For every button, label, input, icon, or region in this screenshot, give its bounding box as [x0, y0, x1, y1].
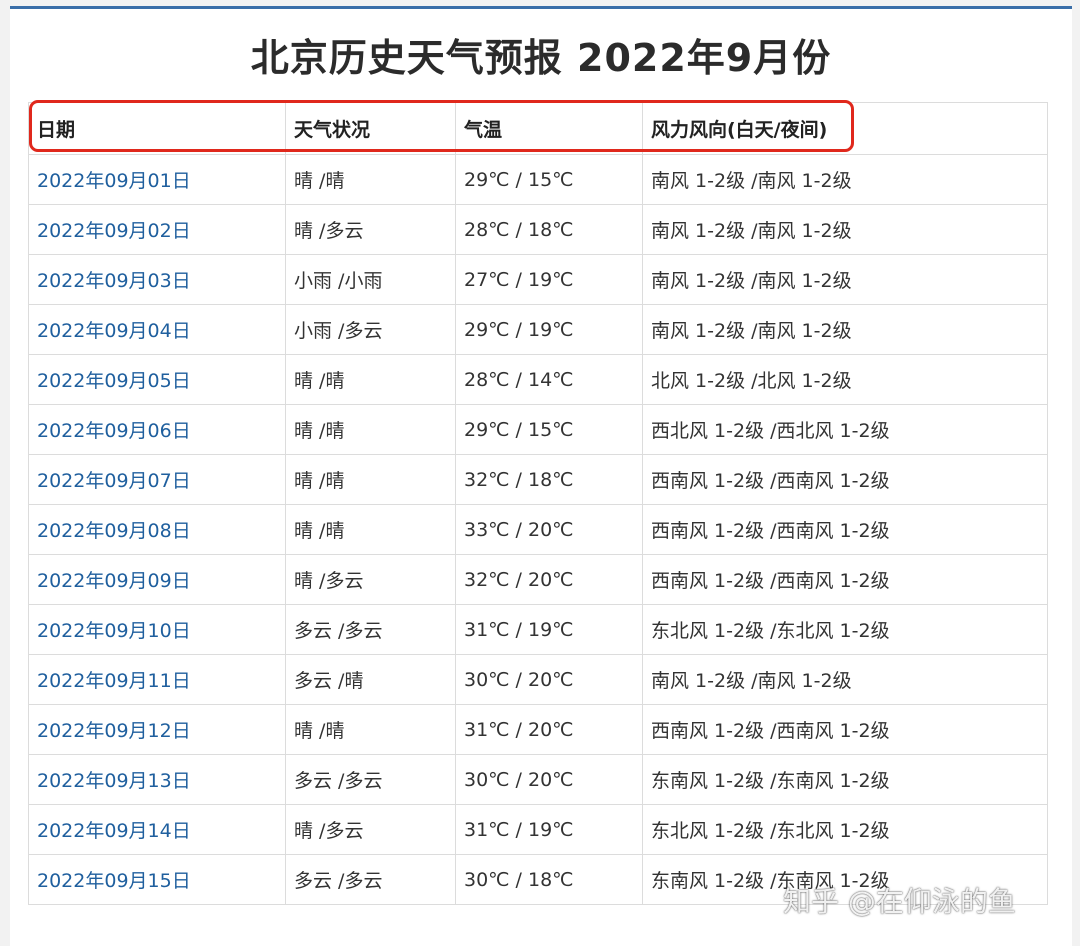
table-row: 2022年09月07日 晴 /晴 32℃ / 18℃ 西南风 1-2级 /西南风…: [28, 454, 1048, 505]
header-date: 日期: [28, 102, 286, 155]
condition-cell: 小雨 /多云: [285, 304, 456, 355]
wind-cell: 西北风 1-2级 /西北风 1-2级: [642, 404, 1048, 455]
date-link[interactable]: 2022年09月05日: [28, 354, 286, 405]
temperature-cell: 32℃ / 20℃: [455, 554, 643, 605]
date-link[interactable]: 2022年09月13日: [28, 754, 286, 805]
temperature-cell: 32℃ / 18℃: [455, 454, 643, 505]
wind-cell: 西南风 1-2级 /西南风 1-2级: [642, 454, 1048, 505]
temperature-cell: 33℃ / 20℃: [455, 504, 643, 555]
condition-cell: 晴 /晴: [285, 704, 456, 755]
wind-cell: 南风 1-2级 /南风 1-2级: [642, 154, 1048, 205]
date-link[interactable]: 2022年09月07日: [28, 454, 286, 505]
temperature-cell: 29℃ / 15℃: [455, 404, 643, 455]
wind-cell: 南风 1-2级 /南风 1-2级: [642, 654, 1048, 705]
date-link[interactable]: 2022年09月12日: [28, 704, 286, 755]
temperature-cell: 28℃ / 18℃: [455, 204, 643, 255]
temperature-cell: 30℃ / 20℃: [455, 654, 643, 705]
date-link[interactable]: 2022年09月06日: [28, 404, 286, 455]
condition-cell: 多云 /晴: [285, 654, 456, 705]
table-row: 2022年09月15日 多云 /多云 30℃ / 18℃ 东南风 1-2级 /东…: [28, 854, 1048, 905]
table-row: 2022年09月02日 晴 /多云 28℃ / 18℃ 南风 1-2级 /南风 …: [28, 204, 1048, 255]
temperature-cell: 29℃ / 15℃: [455, 154, 643, 205]
wind-cell: 东南风 1-2级 /东南风 1-2级: [642, 754, 1048, 805]
page: 北京历史天气预报 2022年9月份 日期 天气状况 气温 风力风向(白天/夜间)…: [10, 6, 1072, 946]
temperature-cell: 30℃ / 20℃: [455, 754, 643, 805]
temperature-cell: 31℃ / 20℃: [455, 704, 643, 755]
condition-cell: 晴 /晴: [285, 404, 456, 455]
temperature-cell: 31℃ / 19℃: [455, 804, 643, 855]
date-link[interactable]: 2022年09月08日: [28, 504, 286, 555]
page-title: 北京历史天气预报 2022年9月份: [250, 36, 832, 80]
table-row: 2022年09月08日 晴 /晴 33℃ / 20℃ 西南风 1-2级 /西南风…: [28, 504, 1048, 555]
temperature-cell: 28℃ / 14℃: [455, 354, 643, 405]
table-row: 2022年09月12日 晴 /晴 31℃ / 20℃ 西南风 1-2级 /西南风…: [28, 704, 1048, 755]
condition-cell: 多云 /多云: [285, 604, 456, 655]
condition-cell: 多云 /多云: [285, 754, 456, 805]
wind-cell: 东北风 1-2级 /东北风 1-2级: [642, 604, 1048, 655]
date-link[interactable]: 2022年09月11日: [28, 654, 286, 705]
condition-cell: 晴 /多云: [285, 554, 456, 605]
temperature-cell: 31℃ / 19℃: [455, 604, 643, 655]
condition-cell: 晴 /晴: [285, 354, 456, 405]
table-row: 2022年09月03日 小雨 /小雨 27℃ / 19℃ 南风 1-2级 /南风…: [28, 254, 1048, 305]
condition-cell: 小雨 /小雨: [285, 254, 456, 305]
date-link[interactable]: 2022年09月04日: [28, 304, 286, 355]
table-row: 2022年09月01日 晴 /晴 29℃ / 15℃ 南风 1-2级 /南风 1…: [28, 154, 1048, 205]
temperature-cell: 30℃ / 18℃: [455, 854, 643, 905]
table-row: 2022年09月13日 多云 /多云 30℃ / 20℃ 东南风 1-2级 /东…: [28, 754, 1048, 805]
wind-cell: 南风 1-2级 /南风 1-2级: [642, 204, 1048, 255]
table-row: 2022年09月04日 小雨 /多云 29℃ / 19℃ 南风 1-2级 /南风…: [28, 304, 1048, 355]
date-link[interactable]: 2022年09月15日: [28, 854, 286, 905]
header-condition: 天气状况: [285, 102, 456, 155]
condition-cell: 晴 /多云: [285, 204, 456, 255]
table-row: 2022年09月10日 多云 /多云 31℃ / 19℃ 东北风 1-2级 /东…: [28, 604, 1048, 655]
table-row: 2022年09月09日 晴 /多云 32℃ / 20℃ 西南风 1-2级 /西南…: [28, 554, 1048, 605]
date-link[interactable]: 2022年09月02日: [28, 204, 286, 255]
wind-cell: 西南风 1-2级 /西南风 1-2级: [642, 504, 1048, 555]
table-row: 2022年09月05日 晴 /晴 28℃ / 14℃ 北风 1-2级 /北风 1…: [28, 354, 1048, 405]
header-wind: 风力风向(白天/夜间): [642, 102, 1048, 155]
condition-cell: 晴 /晴: [285, 154, 456, 205]
wind-cell: 西南风 1-2级 /西南风 1-2级: [642, 704, 1048, 755]
header-temperature: 气温: [455, 102, 643, 155]
wind-cell: 南风 1-2级 /南风 1-2级: [642, 304, 1048, 355]
table-row: 2022年09月11日 多云 /晴 30℃ / 20℃ 南风 1-2级 /南风 …: [28, 654, 1048, 705]
temperature-cell: 29℃ / 19℃: [455, 304, 643, 355]
wind-cell: 西南风 1-2级 /西南风 1-2级: [642, 554, 1048, 605]
date-link[interactable]: 2022年09月01日: [28, 154, 286, 205]
date-link[interactable]: 2022年09月10日: [28, 604, 286, 655]
table-header-row: 日期 天气状况 气温 风力风向(白天/夜间): [28, 102, 1048, 155]
temperature-cell: 27℃ / 19℃: [455, 254, 643, 305]
weather-table: 日期 天气状况 气温 风力风向(白天/夜间) 2022年09月01日 晴 /晴 …: [28, 102, 1048, 905]
wind-cell: 北风 1-2级 /北风 1-2级: [642, 354, 1048, 405]
wind-cell: 东南风 1-2级 /东南风 1-2级: [642, 854, 1048, 905]
wind-cell: 东北风 1-2级 /东北风 1-2级: [642, 804, 1048, 855]
wind-cell: 南风 1-2级 /南风 1-2级: [642, 254, 1048, 305]
condition-cell: 晴 /晴: [285, 454, 456, 505]
condition-cell: 晴 /多云: [285, 804, 456, 855]
date-link[interactable]: 2022年09月14日: [28, 804, 286, 855]
date-link[interactable]: 2022年09月09日: [28, 554, 286, 605]
condition-cell: 晴 /晴: [285, 504, 456, 555]
condition-cell: 多云 /多云: [285, 854, 456, 905]
table-row: 2022年09月06日 晴 /晴 29℃ / 15℃ 西北风 1-2级 /西北风…: [28, 404, 1048, 455]
table-row: 2022年09月14日 晴 /多云 31℃ / 19℃ 东北风 1-2级 /东北…: [28, 804, 1048, 855]
date-link[interactable]: 2022年09月03日: [28, 254, 286, 305]
